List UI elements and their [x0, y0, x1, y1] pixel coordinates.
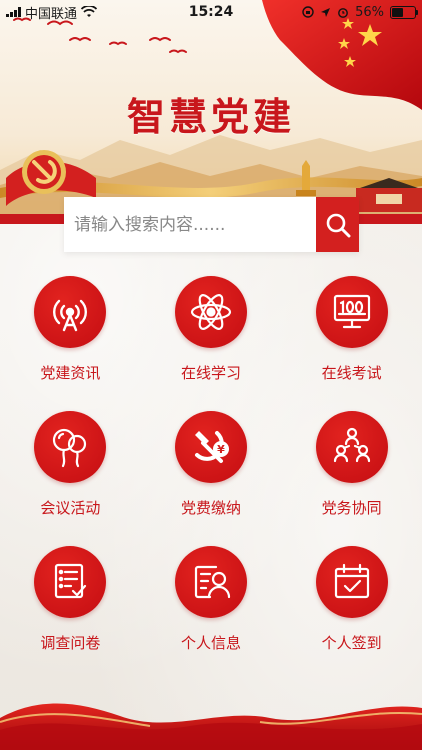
menu-label: 在线考试 [321, 364, 382, 382]
status-bar: 中国联通 15:24 56% [0, 0, 422, 24]
menu-label: 党费缴纳 [180, 499, 241, 517]
menu-item-party-affairs[interactable]: 党务协同 [281, 411, 422, 518]
menu-label: 党务协同 [321, 499, 382, 517]
app-title: 智慧党建 [126, 94, 295, 139]
atom-icon [174, 276, 247, 348]
calendar-check-icon [315, 546, 388, 618]
feature-grid: 党建资讯 在线学习 在线考试 会议活动 ¥ 党费缴纳 党务协同 调查问卷 个人信… [0, 276, 422, 653]
menu-item-online-learning[interactable]: 在线学习 [141, 276, 282, 383]
party-emblem-yuan-icon: ¥ [174, 411, 247, 483]
menu-item-online-exam[interactable]: 在线考试 [281, 276, 422, 383]
menu-label: 调查问卷 [40, 634, 101, 652]
menu-item-survey[interactable]: 调查问卷 [0, 546, 141, 653]
menu-label: 党建资讯 [40, 364, 101, 382]
questionnaire-icon [34, 546, 107, 618]
menu-item-check-in[interactable]: 个人签到 [281, 546, 422, 653]
menu-item-meetings[interactable]: 会议活动 [0, 411, 141, 518]
svg-text:¥: ¥ [217, 443, 225, 456]
search-button[interactable] [316, 197, 359, 252]
header-banner: 智慧党建 [0, 0, 422, 224]
balloons-icon [34, 411, 107, 483]
menu-label: 个人签到 [321, 634, 382, 652]
search-bar [64, 197, 359, 252]
signal-tower-icon [34, 276, 107, 348]
search-icon [326, 213, 350, 237]
monitor-score-icon [315, 276, 388, 348]
search-input[interactable] [64, 197, 316, 252]
clock: 15:24 [188, 4, 234, 20]
menu-label: 在线学习 [180, 364, 241, 382]
menu-item-party-news[interactable]: 党建资讯 [0, 276, 141, 383]
bottom-ribbon-decoration [0, 678, 422, 750]
menu-item-dues-payment[interactable]: ¥ 党费缴纳 [141, 411, 282, 518]
battery-icon [390, 5, 418, 19]
menu-label: 个人信息 [180, 634, 241, 652]
menu-item-profile[interactable]: 个人信息 [141, 546, 282, 653]
team-hierarchy-icon [315, 411, 388, 483]
profile-card-icon [174, 546, 247, 618]
menu-label: 会议活动 [40, 499, 101, 517]
